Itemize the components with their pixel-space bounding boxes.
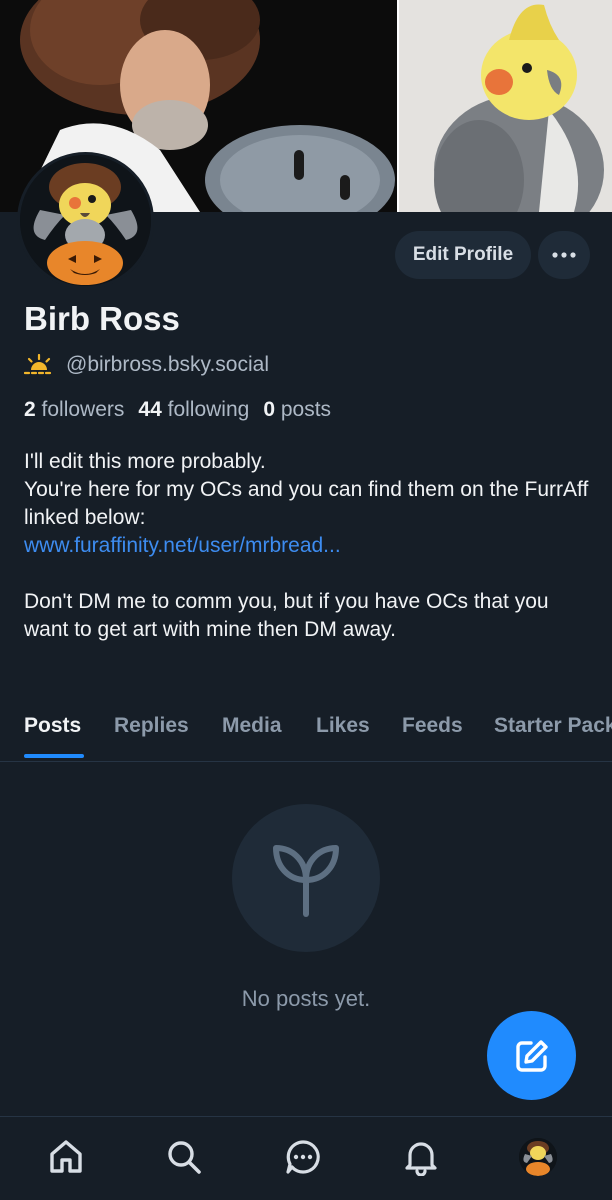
- bottom-navigation: [0, 1116, 612, 1200]
- profile-tabs: Posts Replies Media Likes Feeds Starter …: [0, 702, 612, 762]
- bio-link[interactable]: www.furaffinity.net/user/mrbread...: [24, 532, 594, 560]
- home-icon: [50, 1140, 82, 1173]
- nav-notifications[interactable]: [401, 1137, 441, 1177]
- bio-line: Don't DM me to comm you, but if you have…: [24, 590, 549, 641]
- bio-line: I'll edit this more probably.: [24, 450, 266, 473]
- tab-starter-packs[interactable]: Starter Packs: [494, 714, 612, 738]
- nav-search[interactable]: [164, 1137, 204, 1177]
- compose-icon: [515, 1039, 548, 1072]
- search-icon: [168, 1141, 201, 1174]
- profile-stats: 2 followers 44 following 0 posts: [24, 398, 331, 422]
- nav-chat[interactable]: [283, 1137, 323, 1177]
- tab-replies[interactable]: Replies: [114, 714, 189, 738]
- bio-line: You're here for my OCs and you can find …: [24, 478, 589, 529]
- profile-bio: I'll edit this more probably. You're her…: [24, 448, 594, 644]
- nav-home[interactable]: [46, 1137, 86, 1177]
- bell-icon: [405, 1142, 437, 1176]
- edit-profile-button[interactable]: Edit Profile: [395, 231, 531, 279]
- profile-avatar: [519, 1138, 557, 1176]
- empty-state-icon-circle: [232, 804, 380, 952]
- chat-icon: [286, 1140, 320, 1174]
- posts-stat: 0 posts: [263, 398, 332, 421]
- tab-posts[interactable]: Posts: [24, 714, 81, 738]
- tab-likes[interactable]: Likes: [316, 714, 370, 738]
- compose-post-button[interactable]: [487, 1011, 576, 1100]
- followers-stat[interactable]: 2 followers: [24, 398, 124, 422]
- banner-photo-cockatiel: [397, 0, 612, 212]
- tab-feeds[interactable]: Feeds: [402, 714, 463, 738]
- empty-state-text: No posts yet.: [241, 986, 371, 1011]
- following-stat[interactable]: 44 following: [138, 398, 249, 422]
- profile-handle[interactable]: @birbross.bsky.social: [66, 353, 269, 377]
- tab-media[interactable]: Media: [222, 714, 282, 738]
- sprout-icon: [273, 845, 339, 917]
- ellipsis-icon: [552, 252, 576, 258]
- display-name: Birb Ross: [24, 300, 180, 337]
- sunrise-icon: [24, 354, 54, 375]
- handle-row: @birbross.bsky.social: [24, 350, 269, 380]
- active-tab-indicator: [24, 754, 84, 758]
- nav-profile[interactable]: [518, 1137, 558, 1177]
- profile-avatar[interactable]: [17, 152, 154, 289]
- more-options-button[interactable]: [538, 231, 590, 279]
